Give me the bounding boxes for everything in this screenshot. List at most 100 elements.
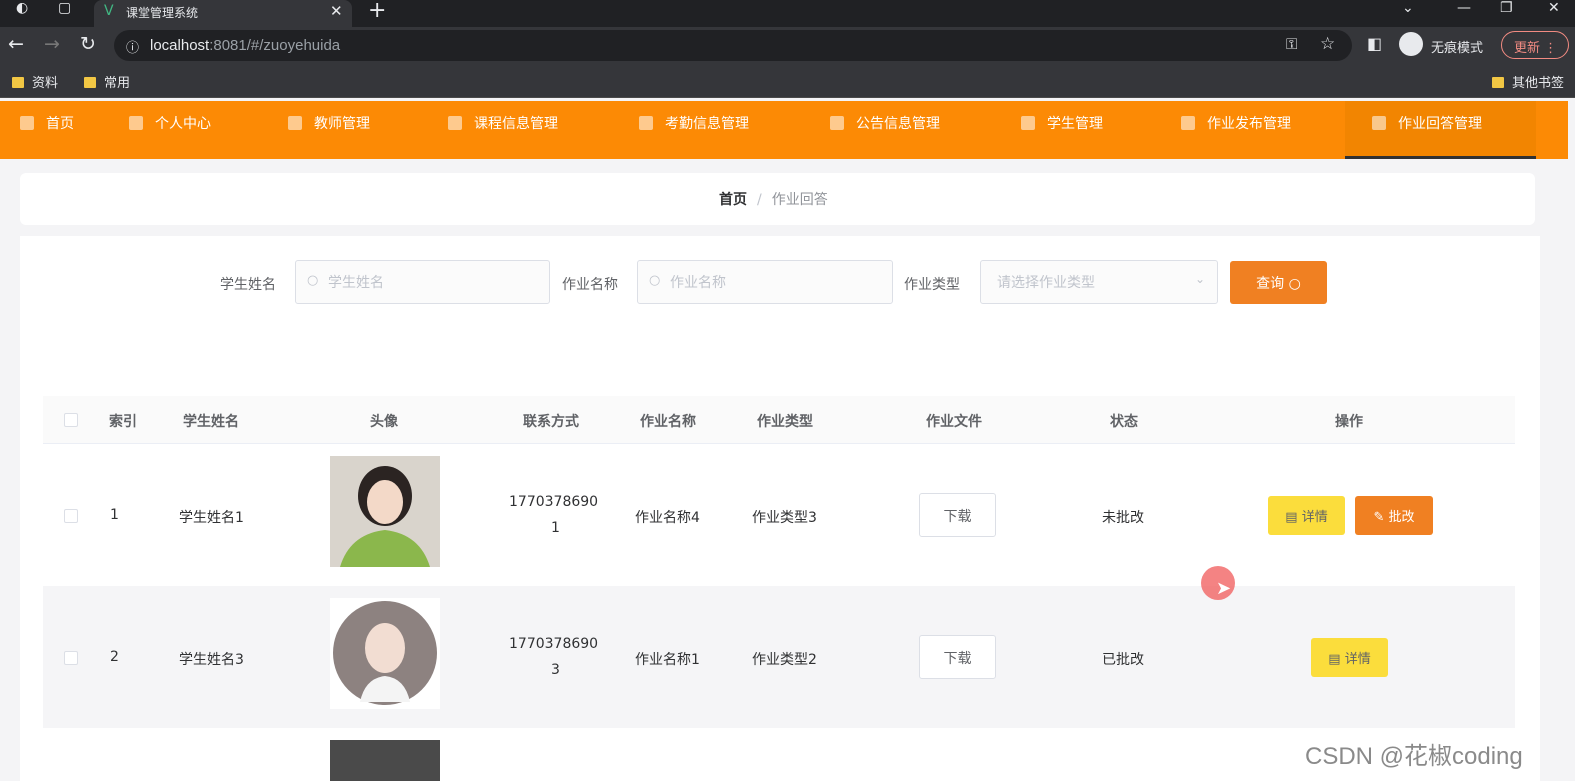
- tab-title: 课堂管理系统: [126, 6, 199, 20]
- chat-icon: [639, 116, 653, 130]
- search-icon: ○: [307, 273, 319, 288]
- document-icon: ▤: [1285, 510, 1298, 525]
- grid-icon: [1181, 116, 1195, 130]
- row-index: 2: [110, 649, 119, 665]
- maximize-icon[interactable]: ❐: [1500, 0, 1513, 16]
- th-actions: 操作: [1335, 414, 1363, 430]
- hw-name-label: 作业名称: [562, 277, 618, 293]
- student-name-input[interactable]: ○ 学生姓名: [295, 260, 550, 304]
- table-row: 1 学生姓名1 1770378690 1 作业名称4 作业类型3 下载 未批改 …: [43, 444, 1515, 586]
- th-avatar: 头像: [370, 414, 398, 430]
- table-row: [43, 728, 1515, 781]
- avatar: [330, 598, 440, 709]
- hw-name-input[interactable]: ○ 作业名称: [637, 260, 893, 304]
- th-hw-type: 作业类型: [757, 414, 813, 430]
- table-header: 索引 学生姓名 头像 联系方式 作业名称 作业类型 作业文件 状态 操作: [43, 396, 1515, 444]
- row-student-name: 学生姓名1: [179, 510, 244, 526]
- hw-type-select[interactable]: 请选择作业类型 ⌄: [980, 260, 1218, 304]
- avatar-photo-icon: [330, 456, 440, 567]
- grade-button[interactable]: ✎ 批改: [1355, 496, 1433, 535]
- select-all-checkbox[interactable]: [64, 413, 78, 427]
- row-phone-line1: 1770378690: [509, 636, 599, 652]
- omnibox[interactable]: ⓘ localhost:8081/#/zuoyehuida ⚿ ☆: [114, 30, 1352, 61]
- update-button[interactable]: 更新 ⋮: [1501, 31, 1569, 59]
- document-icon: ▤: [1328, 652, 1341, 667]
- row-status: 未批改: [1102, 510, 1144, 526]
- row-phone-line2: 1: [551, 520, 560, 536]
- th-hw-name: 作业名称: [640, 414, 696, 430]
- browser-menu-icon[interactable]: ◐: [16, 0, 28, 16]
- th-student-name: 学生姓名: [183, 414, 239, 430]
- nav-item-courses[interactable]: 课程信息管理: [448, 101, 558, 159]
- new-tab-icon[interactable]: +: [368, 0, 386, 23]
- query-button[interactable]: 查询 ○: [1230, 261, 1327, 304]
- hw-type-label: 作业类型: [904, 277, 960, 293]
- breadcrumb-separator: /: [757, 192, 762, 208]
- nav-item-hw-publish[interactable]: 作业发布管理: [1181, 101, 1291, 159]
- key-icon[interactable]: ⚿: [1286, 35, 1297, 53]
- bookmarks-bar: 资料 常用 其他书签: [0, 64, 1575, 98]
- watermark: CSDN @花椒coding: [1305, 743, 1523, 770]
- folder-icon: [1492, 77, 1504, 88]
- mouse-cursor-icon: ➤: [1216, 578, 1232, 599]
- tab-search-icon[interactable]: ▢: [58, 0, 71, 16]
- download-button[interactable]: 下载: [919, 493, 996, 537]
- avatar: [330, 456, 440, 567]
- folder-icon: [84, 77, 96, 88]
- back-icon[interactable]: ←: [8, 33, 24, 55]
- detail-button[interactable]: ▤ 详情: [1268, 496, 1345, 535]
- nav-item-notices[interactable]: 公告信息管理: [830, 101, 940, 159]
- avatar: [330, 740, 440, 781]
- row-checkbox[interactable]: [64, 651, 78, 665]
- detail-button[interactable]: ▤ 详情: [1311, 638, 1388, 677]
- nav-item-teachers[interactable]: 教师管理: [288, 101, 370, 159]
- side-panel-icon[interactable]: ◧: [1367, 34, 1382, 53]
- avatar-illustration-icon: [333, 601, 437, 705]
- edit-icon: ✎: [1373, 510, 1385, 525]
- row-checkbox[interactable]: [64, 509, 78, 523]
- home-icon: [20, 116, 34, 130]
- minimize-icon[interactable]: —: [1457, 0, 1471, 16]
- search-icon: ○: [1288, 276, 1301, 292]
- window-close-icon[interactable]: ✕: [1548, 0, 1560, 16]
- incognito-label: 无痕模式: [1431, 41, 1484, 56]
- menu-icon: [288, 116, 302, 130]
- close-tab-icon[interactable]: ✕: [330, 2, 343, 20]
- tab-list-icon[interactable]: ⌄: [1402, 0, 1414, 16]
- doc-icon: [830, 116, 844, 130]
- site-info-icon[interactable]: ⓘ: [126, 37, 139, 56]
- browser-tab-strip: ◐ ▢ V 课堂管理系统 ✕ + ⌄ — ❐ ✕: [0, 0, 1575, 27]
- vue-logo-icon: V: [104, 3, 114, 19]
- nav-item-home[interactable]: 首页: [20, 101, 74, 159]
- th-contact: 联系方式: [523, 414, 579, 430]
- bookmark-folder-ziliao[interactable]: 资料: [12, 72, 58, 91]
- row-hw-type: 作业类型3: [752, 510, 817, 526]
- row-student-name: 学生姓名3: [179, 652, 244, 668]
- row-status: 已批改: [1102, 652, 1144, 668]
- doc-icon: [1372, 116, 1386, 130]
- breadcrumb-home[interactable]: 首页: [719, 192, 747, 208]
- incognito-icon: [1399, 32, 1423, 56]
- nav-item-hw-answers[interactable]: 作业回答管理: [1345, 101, 1536, 159]
- browser-tab[interactable]: V 课堂管理系统 ✕: [94, 0, 352, 27]
- address-bar-row: ← → ↻ ⓘ localhost:8081/#/zuoyehuida ⚿ ☆ …: [0, 27, 1575, 64]
- nav-item-attendance[interactable]: 考勤信息管理: [639, 101, 749, 159]
- nav-item-personal[interactable]: 个人中心: [129, 101, 211, 159]
- forward-icon[interactable]: →: [44, 33, 60, 55]
- th-index: 索引: [109, 414, 137, 430]
- student-name-label: 学生姓名: [220, 277, 276, 293]
- row-phone-line1: 1770378690: [509, 494, 599, 510]
- table-row: 2 学生姓名3 1770378690 3 作业名称1 作业类型2 下载 已批改 …: [43, 586, 1515, 728]
- bookmark-folder-changyong[interactable]: 常用: [84, 72, 130, 91]
- nav-item-students[interactable]: 学生管理: [1021, 101, 1103, 159]
- row-hw-name: 作业名称4: [635, 510, 700, 526]
- user-icon: [129, 116, 143, 130]
- user-icon: [1021, 116, 1035, 130]
- download-button[interactable]: 下载: [919, 635, 996, 679]
- folder-icon: [12, 77, 24, 88]
- search-icon: ○: [649, 273, 661, 288]
- bookmark-star-icon[interactable]: ☆: [1320, 34, 1335, 54]
- reload-icon[interactable]: ↻: [80, 33, 96, 55]
- bookmark-folder-other[interactable]: 其他书签: [1492, 72, 1564, 91]
- row-hw-type: 作业类型2: [752, 652, 817, 668]
